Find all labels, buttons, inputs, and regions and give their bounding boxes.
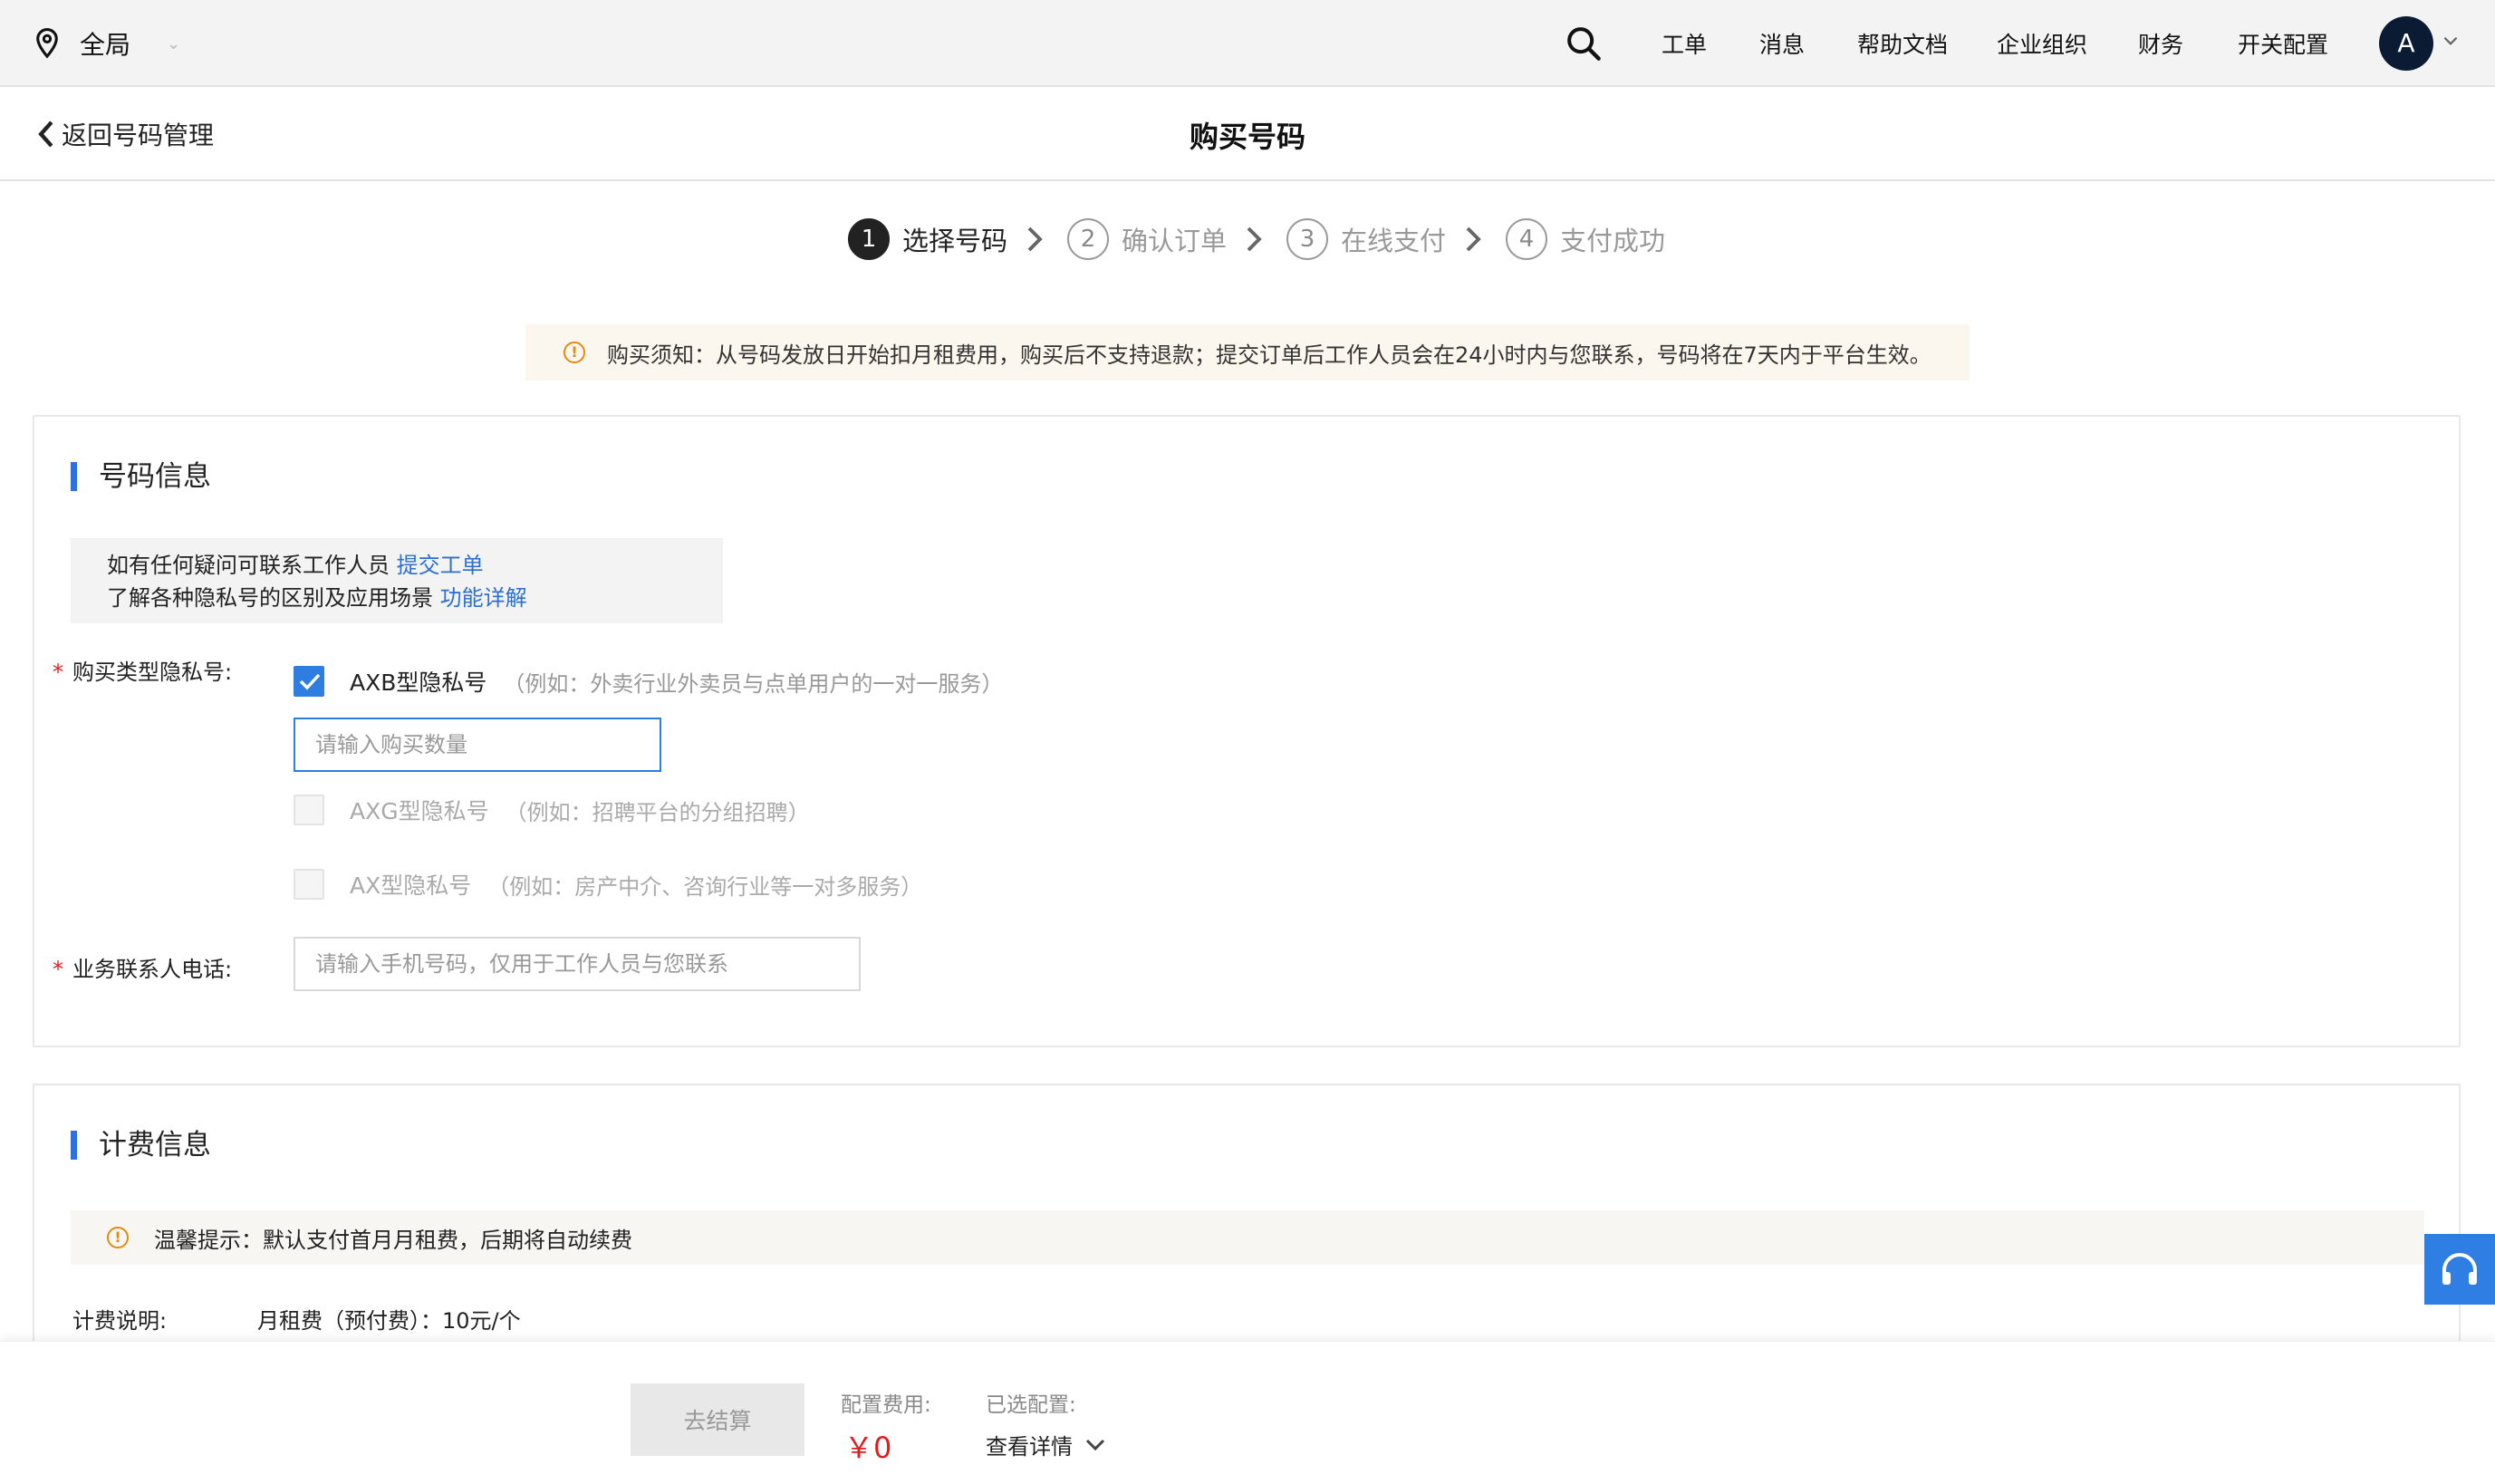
location-pin-icon	[36, 28, 58, 59]
customer-service-button[interactable]	[2424, 1234, 2495, 1305]
region-selector[interactable]: 全局 ⌄	[33, 25, 180, 62]
step-select-number: 1 选择号码	[848, 218, 1007, 260]
nav-help-docs[interactable]: 帮助文档	[1857, 27, 1948, 60]
chevron-right-icon	[1247, 226, 1262, 252]
fee-value: 月租费（预付费）：10元/个	[257, 1308, 521, 1334]
step-online-payment: 3 在线支付	[1286, 218, 1446, 260]
option-ax: AX型隐私号 （例如：房产中介、咨询行业等一对多服务）	[294, 868, 922, 901]
submit-ticket-link[interactable]: 提交工单	[397, 553, 484, 578]
option-label: AXG型隐私号	[350, 798, 489, 824]
view-details-toggle[interactable]: 查看详情	[986, 1429, 1107, 1460]
warning-icon: !	[564, 342, 585, 363]
chevron-down-icon	[1085, 1439, 1105, 1450]
ax-checkbox	[294, 869, 324, 900]
notice-text: 购买须知：从号码发放日开始扣月租费用，购买后不支持退款；提交订单后工作人员会在2…	[607, 342, 1931, 368]
top-bar: 全局 ⌄ 工单 消息 帮助文档 企业组织 财务 开关配置 A	[0, 0, 2495, 87]
step-confirm-order: 2 确认订单	[1067, 218, 1227, 260]
search-icon[interactable]	[1565, 25, 1602, 62]
step-number: 2	[1067, 218, 1110, 260]
section-title: 号码信息	[71, 462, 211, 491]
chevron-down-icon[interactable]	[2441, 31, 2461, 51]
warning-icon: !	[107, 1227, 129, 1248]
purchase-notice: ! 购买须知：从号码发放日开始扣月租费用，购买后不支持退款；提交订单后工作人员会…	[525, 324, 1970, 381]
step-number: 1	[848, 218, 890, 260]
required-mark: *	[53, 660, 63, 685]
price-value: ￥0	[844, 1431, 892, 1465]
selected-config-label: 已选配置:	[986, 1393, 1076, 1417]
progress-steps: 1 选择号码 2 确认订单 3 在线支付 4 支付成功	[848, 217, 1665, 261]
type-label: * 购买类型隐私号:	[53, 654, 232, 686]
tip-text: 如有任何疑问可联系工作人员	[107, 553, 390, 578]
option-hint: （例如：房产中介、咨询行业等一对多服务）	[487, 873, 923, 900]
step-number: 3	[1286, 218, 1329, 260]
page-title: 购买号码	[1189, 120, 1305, 154]
nav-messages[interactable]: 消息	[1759, 27, 1805, 60]
number-info-card: 号码信息 如有任何疑问可联系工作人员 提交工单 了解各种隐私号的区别及应用场景 …	[33, 415, 2461, 1047]
axg-checkbox	[294, 795, 324, 825]
nav-finance[interactable]: 财务	[2138, 27, 2183, 60]
avatar[interactable]: A	[2379, 16, 2433, 71]
type-label-text: 购买类型隐私号:	[72, 660, 233, 685]
fee-label: 计费说明:	[72, 1308, 168, 1334]
option-label: AX型隐私号	[350, 872, 472, 899]
step-payment-success: 4 支付成功	[1506, 218, 1665, 260]
checkmark-icon	[299, 673, 321, 690]
tip-text: 了解各种隐私号的区别及应用场景	[107, 585, 433, 611]
tip-line: 如有任何疑问可联系工作人员 提交工单	[107, 549, 723, 582]
checkout-footer: 去结算 配置费用: ￥0 已选配置: 查看详情	[0, 1341, 2495, 1484]
cost-label: 配置费用:	[841, 1393, 931, 1417]
page-header: 返回号码管理 购买号码	[0, 87, 2495, 181]
warm-tip: ! 温馨提示：默认支付首月月租费，后期将自动续费	[71, 1210, 2424, 1265]
tip-line: 了解各种隐私号的区别及应用场景 功能详解	[107, 582, 723, 614]
step-label: 在线支付	[1341, 226, 1447, 256]
required-mark: *	[53, 957, 63, 982]
section-title: 计费信息	[71, 1131, 211, 1160]
region-label: 全局	[80, 30, 131, 60]
warm-tip-text: 温馨提示：默认支付首月月租费，后期将自动续费	[154, 1227, 632, 1253]
step-label: 支付成功	[1560, 226, 1666, 256]
option-hint: （例如：招聘平台的分组招聘）	[505, 799, 810, 825]
feature-details-link[interactable]: 功能详解	[440, 585, 527, 611]
region-caret-icon: ⌄	[167, 34, 181, 53]
step-label: 选择号码	[902, 226, 1008, 256]
nav-organization[interactable]: 企业组织	[1997, 27, 2087, 60]
detail-label: 查看详情	[986, 1434, 1073, 1460]
option-axb[interactable]: AXB型隐私号 （例如：外卖行业外卖员与点单用户的一对一服务）	[294, 665, 1003, 698]
headset-icon	[2442, 1253, 2477, 1285]
option-hint: （例如：外卖行业外卖员与点单用户的一对一服务）	[503, 670, 1004, 697]
phone-input[interactable]	[294, 937, 861, 991]
option-axg: AXG型隐私号 （例如：招聘平台的分组招聘）	[294, 794, 810, 826]
nav-switch-config[interactable]: 开关配置	[2238, 27, 2328, 60]
chevron-right-icon	[1466, 226, 1481, 252]
step-number: 4	[1506, 218, 1548, 260]
checkout-button[interactable]: 去结算	[631, 1383, 804, 1456]
phone-label: * 业务联系人电话:	[53, 951, 232, 983]
axb-checkbox[interactable]	[294, 666, 324, 697]
option-label: AXB型隐私号	[350, 670, 487, 696]
quantity-input[interactable]	[294, 718, 661, 772]
chevron-right-icon	[1027, 226, 1043, 252]
step-label: 确认订单	[1122, 226, 1228, 256]
nav-tickets[interactable]: 工单	[1662, 27, 1707, 60]
help-tip-box: 如有任何疑问可联系工作人员 提交工单 了解各种隐私号的区别及应用场景 功能详解	[71, 538, 723, 623]
phone-label-text: 业务联系人电话:	[72, 957, 233, 982]
